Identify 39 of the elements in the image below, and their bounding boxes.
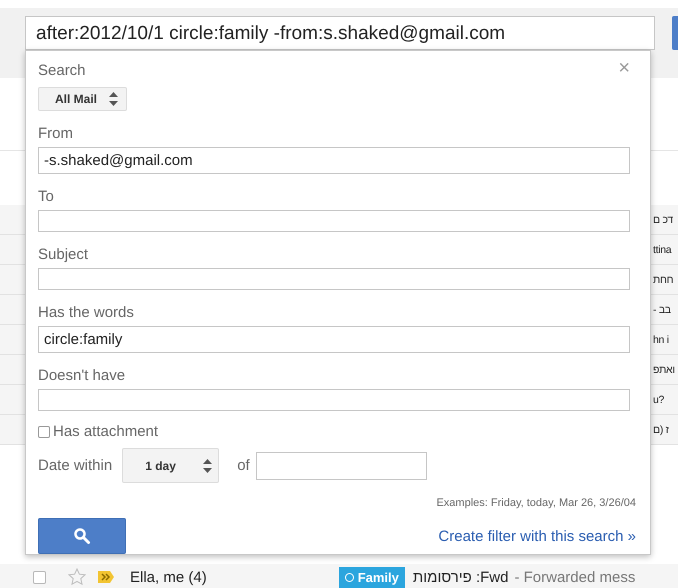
examples-hint: Examples: Friday, today, Mar 26, 3/26/04 (436, 497, 636, 509)
input-field[interactable]: -s.shaked@gmail.com (38, 147, 630, 174)
scope-dropdown[interactable]: All Mail (38, 87, 128, 111)
field-label: Doesn't have (38, 367, 126, 385)
field-label: Has the words (38, 304, 135, 322)
message-subject: Fwd: פירסומות (412, 568, 508, 586)
stepper-icon (203, 458, 212, 472)
date-field[interactable] (256, 452, 427, 480)
message-text: hn i (653, 334, 669, 346)
input-field[interactable] (38, 389, 630, 411)
input-field[interactable] (38, 210, 630, 232)
of-label: of (237, 457, 250, 474)
search-field[interactable]: after:2012/10/1 circle:family -from:s.shaked@gmail.com (25, 16, 655, 50)
search-button[interactable] (38, 518, 126, 554)
date-label: Date within (38, 457, 112, 474)
message-text: פתאו (653, 364, 675, 376)
message-text: תחח (653, 274, 674, 286)
star-icon[interactable] (68, 568, 86, 586)
message-text: u? (653, 394, 664, 406)
checkbox[interactable] (33, 570, 46, 584)
field-label: To (38, 188, 55, 206)
importance-icon[interactable] (98, 571, 114, 583)
stepper-icon (109, 92, 118, 106)
input-field[interactable] (38, 268, 630, 290)
scope-label: Search (38, 62, 86, 79)
message-text: ם) ז (653, 424, 669, 436)
field-label: From (38, 125, 74, 143)
message-text: - בב (653, 304, 671, 316)
input-field[interactable]: circle:family (38, 326, 630, 353)
create-filter-link[interactable]: Create filter with this search » (438, 528, 636, 544)
date-range-dropdown[interactable]: 1 day (122, 448, 220, 483)
field-label: Subject (38, 246, 90, 264)
message-snippet: - Forwarded mess (514, 568, 636, 586)
search-icon (73, 527, 91, 545)
sender-name: Ella, me (4) (130, 568, 207, 586)
checkbox-label: Has attachment (53, 423, 158, 440)
message-text: ם כד (653, 214, 673, 226)
message-text: ttina (653, 244, 672, 256)
checkbox[interactable] (38, 426, 50, 438)
